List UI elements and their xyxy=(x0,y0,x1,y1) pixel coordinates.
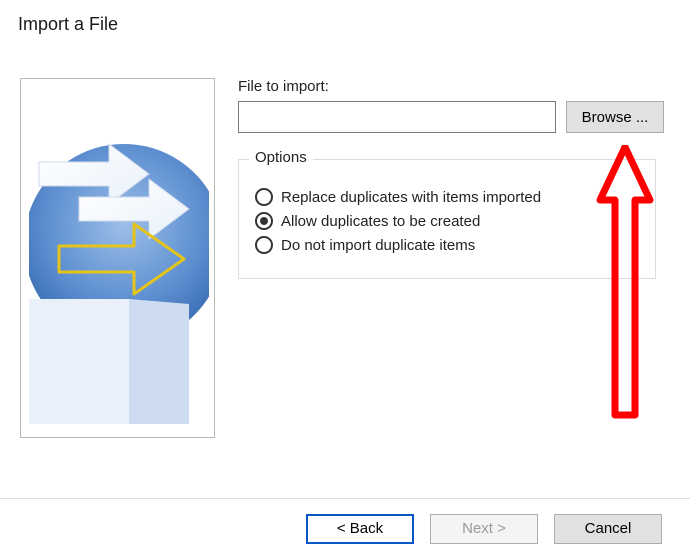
wizard-button-bar: < Back Next > Cancel xyxy=(0,498,690,558)
wizard-arrows-illustration-icon xyxy=(29,124,209,424)
radio-label: Do not import duplicate items xyxy=(281,237,475,254)
import-file-dialog: Import a File xyxy=(0,0,690,558)
next-button[interactable]: Next > xyxy=(430,514,538,544)
dialog-title: Import a File xyxy=(18,14,118,35)
radio-icon xyxy=(255,188,273,206)
radio-label: Replace duplicates with items imported xyxy=(281,189,541,206)
radio-label: Allow duplicates to be created xyxy=(281,213,480,230)
options-group: Options Replace duplicates with items im… xyxy=(238,159,656,279)
wizard-illustration-frame xyxy=(20,78,215,438)
radio-allow-duplicates[interactable]: Allow duplicates to be created xyxy=(255,212,639,230)
browse-button[interactable]: Browse ... xyxy=(566,101,664,133)
radio-icon xyxy=(255,236,273,254)
content-area: File to import: Browse ... Options Repla… xyxy=(238,78,670,279)
file-to-import-label: File to import: xyxy=(238,78,670,95)
options-legend: Options xyxy=(249,149,313,166)
back-button[interactable]: < Back xyxy=(306,514,414,544)
radio-do-not-import-duplicates[interactable]: Do not import duplicate items xyxy=(255,236,639,254)
cancel-button[interactable]: Cancel xyxy=(554,514,662,544)
radio-icon xyxy=(255,212,273,230)
file-path-input[interactable] xyxy=(238,101,556,133)
radio-replace-duplicates[interactable]: Replace duplicates with items imported xyxy=(255,188,639,206)
file-path-row: Browse ... xyxy=(238,101,670,133)
